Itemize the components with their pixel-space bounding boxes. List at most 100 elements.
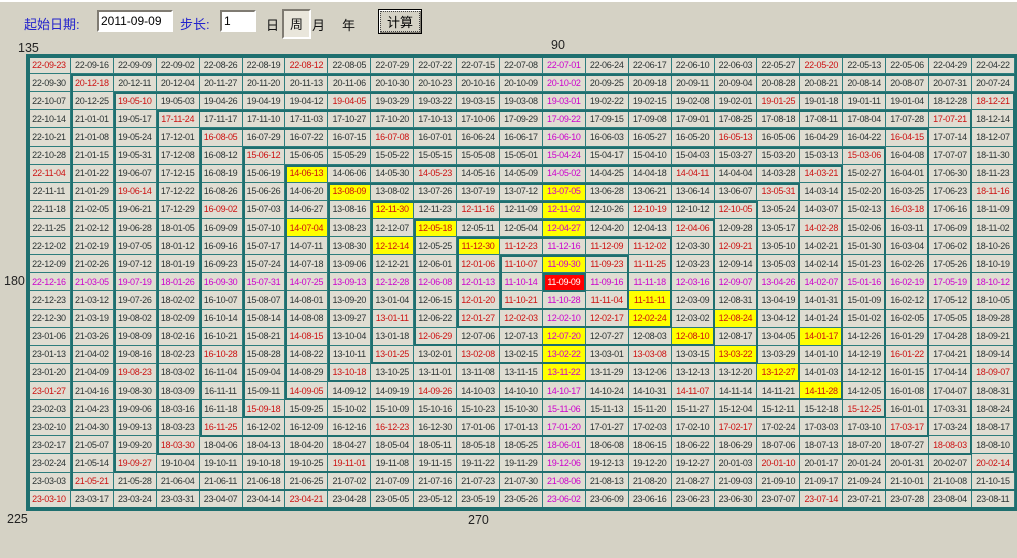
date-cell: 13-12-06: [629, 364, 672, 382]
unit-year-option[interactable]: 年: [342, 15, 355, 34]
date-cell: 12-01-20: [457, 291, 500, 309]
date-cell: 14-02-21: [800, 237, 843, 255]
date-cell: 19-03-15: [457, 92, 500, 110]
unit-week-option-selected[interactable]: 周: [282, 9, 311, 39]
date-cell: 13-11-22: [543, 364, 586, 382]
date-cell: 20-10-02: [543, 74, 586, 92]
date-cell: 13-03-29: [757, 346, 800, 364]
date-cell: 21-03-05: [71, 273, 114, 291]
date-cell: 12-04-27: [543, 219, 586, 237]
date-cell: 23-03-17: [71, 491, 114, 509]
date-cell: 11-09-09: [543, 273, 586, 291]
date-cell: 13-03-01: [586, 346, 629, 364]
date-cell: 15-09-04: [243, 364, 286, 382]
date-cell: 12-04-06: [672, 219, 715, 237]
date-cell: 22-10-21: [28, 128, 71, 146]
date-cell: 15-11-06: [543, 400, 586, 418]
calculate-button[interactable]: 计算: [378, 9, 422, 34]
date-cell: 17-08-25: [715, 110, 758, 128]
date-cell: 20-12-11: [114, 74, 157, 92]
date-cell: 14-01-10: [800, 346, 843, 364]
date-cell: 16-05-20: [672, 128, 715, 146]
date-cell: 17-12-08: [157, 147, 200, 165]
date-cell: 22-09-09: [114, 56, 157, 74]
date-cell: 17-08-04: [843, 110, 886, 128]
date-cell: 21-03-19: [71, 310, 114, 328]
date-cell: 13-07-26: [414, 183, 457, 201]
date-cell: 15-04-24: [543, 147, 586, 165]
date-cell: 15-02-06: [843, 219, 886, 237]
date-cell: 18-11-16: [972, 183, 1015, 201]
date-cell: 20-11-06: [328, 74, 371, 92]
date-cell: 14-09-05: [285, 382, 328, 400]
date-cell: 13-07-19: [457, 183, 500, 201]
date-cell: 20-10-09: [500, 74, 543, 92]
date-cell: 19-04-19: [243, 92, 286, 110]
date-cell: 20-10-23: [414, 74, 457, 92]
date-cell: 13-06-14: [672, 183, 715, 201]
step-input[interactable]: [220, 10, 256, 32]
date-cell: 17-04-07: [929, 382, 972, 400]
date-cell: 18-12-21: [972, 92, 1015, 110]
date-cell: 19-01-11: [843, 92, 886, 110]
angle-label-135: 135: [18, 41, 39, 55]
date-cell: 21-09-10: [757, 473, 800, 491]
date-cell: 12-03-30: [672, 237, 715, 255]
date-cell: 18-07-06: [757, 436, 800, 454]
date-cell: 12-05-18: [414, 219, 457, 237]
date-cell: 18-04-27: [328, 436, 371, 454]
date-cell: 18-06-22: [672, 436, 715, 454]
date-cell: 20-12-04: [157, 74, 200, 92]
date-cell: 20-01-10: [757, 454, 800, 472]
date-cell: 18-10-19: [972, 255, 1015, 273]
date-cell: 16-01-15: [886, 364, 929, 382]
date-cell: 13-02-15: [500, 346, 543, 364]
date-cell: 12-09-28: [715, 219, 758, 237]
date-cell: 17-03-17: [886, 418, 929, 436]
date-cell: 13-11-15: [500, 364, 543, 382]
date-cell: 16-04-22: [843, 128, 886, 146]
date-cell: 15-07-03: [243, 201, 286, 219]
date-cell: 16-03-25: [886, 183, 929, 201]
date-cell: 20-01-17: [800, 454, 843, 472]
date-cell: 16-02-26: [886, 255, 929, 273]
date-cell: 19-12-27: [672, 454, 715, 472]
date-cell: 19-08-16: [114, 346, 157, 364]
date-cell: 22-08-19: [243, 56, 286, 74]
date-cell: 19-12-20: [629, 454, 672, 472]
date-cell: 11-10-28: [543, 291, 586, 309]
date-cell: 15-11-13: [586, 400, 629, 418]
date-cell: 16-06-24: [457, 128, 500, 146]
unit-day-option[interactable]: 日: [266, 15, 279, 34]
date-cell: 13-07-12: [500, 183, 543, 201]
date-cell: 15-01-02: [843, 310, 886, 328]
date-cell: 22-06-24: [586, 56, 629, 74]
date-cell: 19-02-15: [629, 92, 672, 110]
date-cell: 17-10-06: [457, 110, 500, 128]
date-cell: 17-05-19: [929, 273, 972, 291]
date-cell: 23-02-10: [28, 418, 71, 436]
date-cell: 21-06-11: [200, 473, 243, 491]
unit-month-option[interactable]: 月: [312, 15, 325, 34]
date-cell: 23-02-17: [28, 436, 71, 454]
date-cell: 17-06-09: [929, 219, 972, 237]
start-date-label: 起始日期:: [24, 14, 80, 33]
date-cell: 14-01-17: [800, 328, 843, 346]
date-cell: 12-11-16: [457, 201, 500, 219]
date-cell: 16-02-19: [886, 273, 929, 291]
start-date-input[interactable]: [97, 10, 173, 32]
date-cell: 23-08-04: [929, 491, 972, 509]
date-cell: 15-07-24: [243, 255, 286, 273]
date-cell: 23-01-20: [28, 364, 71, 382]
date-cell: 17-09-29: [500, 110, 543, 128]
date-cell: 18-03-30: [157, 436, 200, 454]
date-cell: 20-09-11: [672, 74, 715, 92]
date-cell: 21-09-24: [843, 473, 886, 491]
date-cell: 13-12-27: [757, 364, 800, 382]
date-cell: 12-11-09: [500, 201, 543, 219]
date-cell: 19-08-02: [114, 310, 157, 328]
date-cell: 16-07-15: [328, 128, 371, 146]
date-cell: 17-12-22: [157, 183, 200, 201]
date-cell: 14-09-12: [328, 382, 371, 400]
date-cell: 12-05-25: [414, 237, 457, 255]
